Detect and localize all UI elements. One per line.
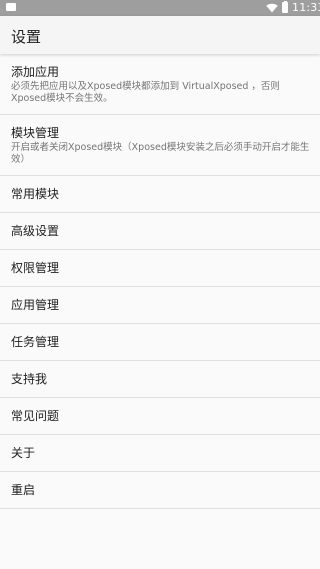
settings-item-summary: 必须先把应用以及Xposed模块都添加到 VirtualXposed ，否则Xp… [11,81,280,104]
settings-item-support-me[interactable]: 支持我 [0,361,320,398]
wifi-icon [266,3,278,13]
battery-icon [282,0,288,13]
status-time: 11:33 [292,1,320,14]
settings-item-module-management[interactable]: 模块管理 开启或者关闭Xposed模块（Xposed模块安装之后必须手动开启才能… [0,115,320,176]
settings-item-app-management[interactable]: 应用管理 [0,287,320,324]
status-bar: 11:33 [0,0,320,16]
settings-item-label: 关于 [11,446,36,460]
settings-list: 添加应用 必须先把应用以及Xposed模块都添加到 VirtualXposed … [0,54,320,509]
settings-item-label: 任务管理 [11,335,60,349]
settings-item-label: 常见问题 [11,409,60,423]
settings-item-faq[interactable]: 常见问题 [0,398,320,435]
settings-item-label: 模块管理 [11,126,60,140]
notification-icon [6,3,16,11]
settings-item-label: 支持我 [11,372,48,386]
settings-item-label: 常用模块 [11,187,60,201]
settings-item-task-management[interactable]: 任务管理 [0,324,320,361]
settings-item-label: 权限管理 [11,261,60,275]
settings-item-common-modules[interactable]: 常用模块 [0,176,320,213]
settings-item-add-app[interactable]: 添加应用 必须先把应用以及Xposed模块都添加到 VirtualXposed … [0,54,320,115]
settings-item-label: 添加应用 [11,65,60,79]
settings-item-label: 重启 [11,483,36,497]
settings-item-advanced-settings[interactable]: 高级设置 [0,213,320,250]
settings-item-permission-management[interactable]: 权限管理 [0,250,320,287]
settings-item-about[interactable]: 关于 [0,435,320,472]
app-bar: 设置 [0,16,320,54]
settings-item-label: 应用管理 [11,298,60,312]
settings-item-summary: 开启或者关闭Xposed模块（Xposed模块安装之后必须手动开启才能生效） [11,142,310,165]
page-title: 设置 [11,28,42,46]
settings-item-reboot[interactable]: 重启 [0,472,320,509]
settings-item-label: 高级设置 [11,224,60,238]
